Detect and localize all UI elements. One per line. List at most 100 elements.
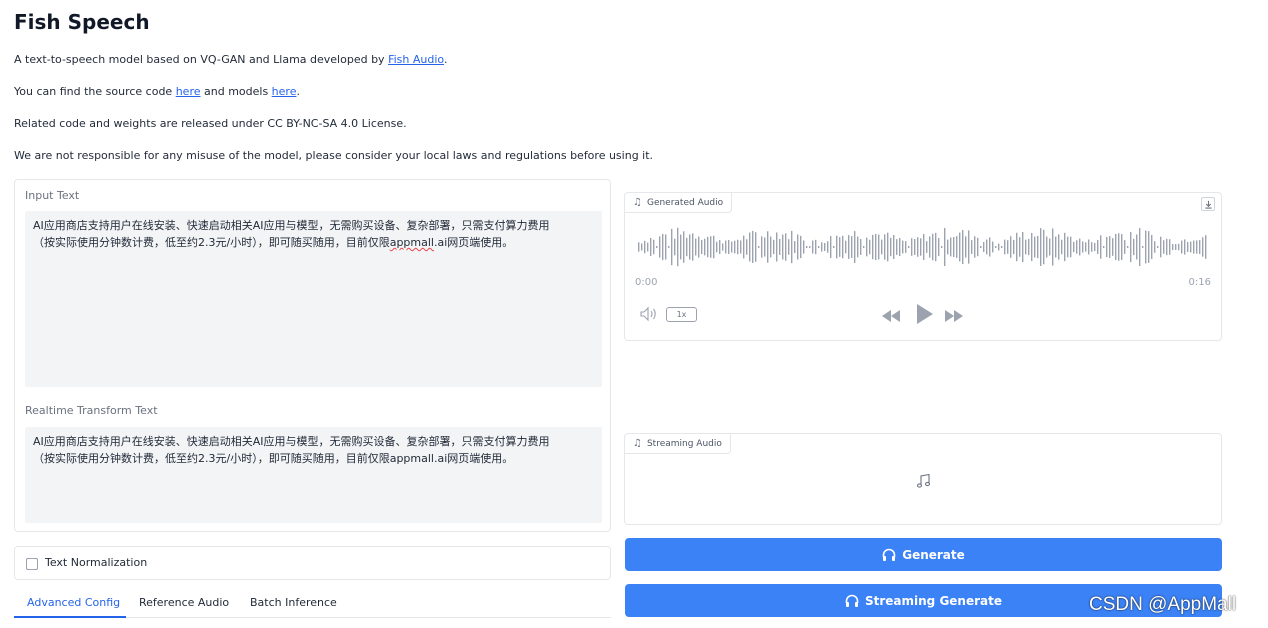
waveform-bar	[1130, 231, 1132, 263]
text-normalization-label[interactable]: Text Normalization	[45, 556, 147, 569]
generate-button[interactable]: Generate	[625, 538, 1222, 571]
waveform-bar	[992, 241, 994, 253]
music-note-icon: ♫	[633, 197, 642, 208]
waveform-bar	[689, 234, 691, 260]
waveform-bar	[1097, 240, 1099, 254]
waveform-bar	[1085, 242, 1087, 252]
waveform-bar	[872, 234, 874, 260]
fish-audio-link[interactable]: Fish Audio	[388, 53, 444, 66]
waveform-bar	[1199, 240, 1201, 254]
waveform-bar	[1004, 239, 1006, 255]
audio-waveform[interactable]	[637, 226, 1209, 268]
waveform-bar	[890, 237, 892, 257]
playback-speed-button[interactable]: 1x	[666, 307, 697, 322]
input-line-2-b: appmall	[389, 236, 434, 249]
waveform-bar	[1160, 236, 1162, 258]
fast-forward-button[interactable]	[944, 308, 964, 327]
download-button[interactable]	[1201, 197, 1215, 211]
waveform-bar	[1043, 229, 1045, 265]
waveform-bar	[800, 235, 802, 259]
waveform-bar	[1052, 228, 1054, 266]
waveform-bar	[1181, 240, 1183, 254]
waveform-bar	[1163, 240, 1165, 254]
waveform-bar	[1046, 236, 1048, 258]
watermark: CSDN @AppMall	[1089, 594, 1237, 615]
waveform-bar	[803, 240, 805, 254]
waveform-bar	[863, 246, 865, 248]
waveform-bar	[731, 241, 733, 253]
waveform-bar	[821, 242, 823, 252]
waveform-bar	[1007, 240, 1009, 254]
waveform-bar	[773, 239, 775, 255]
source-suffix: .	[296, 85, 300, 98]
waveform-bar	[650, 237, 652, 257]
headphones-icon	[845, 594, 859, 607]
tab-reference-audio[interactable]: Reference Audio	[139, 596, 229, 609]
models-link[interactable]: here	[272, 85, 297, 98]
input-text-area[interactable]: AI应用商店支持用户在线安装、快速启动相关AI应用与模型，无需购买设备、复杂部署…	[25, 211, 602, 387]
waveform-bar	[944, 227, 946, 267]
waveform-bar	[1040, 228, 1042, 266]
waveform-bar	[920, 238, 922, 256]
tab-advanced-config[interactable]: Advanced Config	[27, 596, 120, 609]
headphones-icon	[882, 548, 896, 561]
waveform-bar	[1010, 236, 1012, 258]
waveform-bar	[878, 234, 880, 260]
waveform-bar	[719, 240, 721, 254]
waveform-bar	[647, 242, 649, 252]
time-start: 0:00	[635, 277, 658, 288]
waveform-bar	[791, 230, 793, 264]
waveform-bar	[1196, 240, 1198, 254]
disclaimer-text: We are not responsible for any misuse of…	[14, 149, 654, 162]
rewind-button[interactable]	[881, 308, 901, 327]
waveform-bar	[641, 243, 643, 251]
waveform-bar	[740, 240, 742, 254]
waveform-bar	[950, 237, 952, 257]
volume-button[interactable]	[639, 306, 659, 326]
waveform-bar	[875, 233, 877, 261]
waveform-bar	[887, 232, 889, 262]
waveform-bar	[758, 246, 760, 248]
waveform-bar	[884, 234, 886, 260]
source-code-link[interactable]: here	[176, 85, 201, 98]
waveform-bar	[662, 233, 664, 261]
waveform-bar	[902, 240, 904, 254]
input-line-2-a: （按实际使用分钟数计费，低至约2.3元/小时），即可随买随用，目前仅限	[33, 236, 390, 249]
waveform-bar	[749, 232, 751, 262]
realtime-line-1: AI应用商店支持用户在线安装、快速启动相关AI应用与模型，无需购买设备、复杂部署…	[33, 435, 550, 448]
waveform-bar	[1061, 239, 1063, 255]
waveform-bar	[845, 240, 847, 254]
download-icon	[1204, 200, 1212, 209]
waveform-bar	[725, 240, 727, 254]
waveform-bar	[1100, 235, 1102, 259]
waveform-bar	[1184, 239, 1186, 255]
waveform-bar	[1142, 246, 1144, 248]
waveform-bar	[851, 236, 853, 258]
waveform-bar	[1205, 235, 1207, 259]
config-tabs: Advanced Config Reference Audio Batch In…	[14, 592, 611, 618]
tab-batch-inference[interactable]: Batch Inference	[250, 596, 337, 609]
waveform-bar	[869, 239, 871, 255]
waveform-bar	[938, 238, 940, 256]
waveform-bar	[1166, 238, 1168, 256]
waveform-bar	[695, 238, 697, 256]
waveform-bar	[917, 237, 919, 257]
waveform-bar	[1016, 232, 1018, 262]
waveform-bar	[1001, 246, 1003, 248]
waveform-bar	[947, 239, 949, 255]
waveform-bar	[926, 241, 928, 253]
source-text: You can find the source code here and mo…	[14, 85, 300, 98]
waveform-bar	[1031, 232, 1033, 262]
text-normalization-checkbox[interactable]	[26, 558, 38, 570]
play-button[interactable]	[914, 303, 934, 329]
waveform-bar	[1112, 238, 1114, 256]
waveform-bar	[1115, 233, 1117, 261]
waveform-bar	[1088, 239, 1090, 255]
waveform-bar	[842, 235, 844, 259]
waveform-bar	[860, 239, 862, 255]
generate-button-label: Generate	[902, 547, 965, 562]
waveform-bar	[977, 237, 979, 257]
waveform-bar	[809, 246, 811, 248]
waveform-bar	[794, 241, 796, 254]
waveform-bar	[734, 240, 736, 254]
